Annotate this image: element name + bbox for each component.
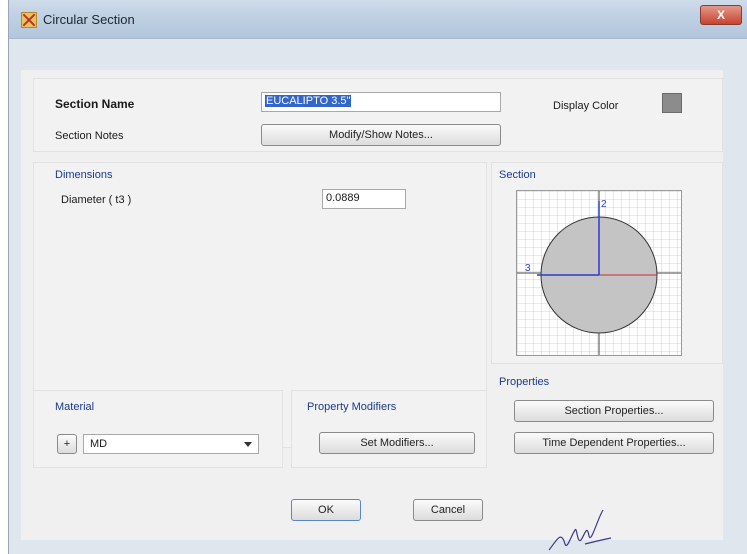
app-icon bbox=[21, 12, 37, 28]
display-color-swatch[interactable] bbox=[662, 93, 682, 113]
ok-button[interactable]: OK bbox=[291, 499, 361, 521]
handwritten-signature bbox=[548, 509, 612, 551]
circular-section-dialog: Circular Section X Section Name EUCALIPT… bbox=[8, 0, 747, 554]
material-select[interactable]: MD bbox=[83, 434, 259, 454]
cancel-button[interactable]: Cancel bbox=[413, 499, 483, 521]
section-name-label: Section Name bbox=[55, 97, 135, 111]
section-preview: 2 3 bbox=[516, 190, 682, 356]
section-header: Section bbox=[499, 169, 536, 181]
section-preview-graphic: 2 3 bbox=[517, 191, 681, 355]
axis-2-label: 2 bbox=[601, 199, 607, 210]
material-select-value: MD bbox=[90, 438, 108, 450]
axis-3-label: 3 bbox=[525, 263, 531, 274]
property-modifiers-header: Property Modifiers bbox=[307, 401, 397, 413]
modify-show-notes-button[interactable]: Modify/Show Notes... bbox=[261, 124, 501, 146]
diameter-label: Diameter ( t3 ) bbox=[61, 194, 132, 206]
section-name-value: EUCALIPTO 3.5" bbox=[265, 95, 352, 107]
section-name-input[interactable]: EUCALIPTO 3.5" bbox=[261, 92, 501, 112]
material-header: Material bbox=[55, 401, 95, 413]
title-bar[interactable]: Circular Section X bbox=[9, 0, 747, 39]
diameter-input[interactable]: 0.0889 bbox=[322, 189, 406, 209]
dialog-client-area: Section Name EUCALIPTO 3.5" Display Colo… bbox=[21, 70, 723, 540]
time-dependent-properties-button[interactable]: Time Dependent Properties... bbox=[514, 432, 714, 454]
section-properties-button[interactable]: Section Properties... bbox=[514, 400, 714, 422]
display-color-label: Display Color bbox=[553, 100, 619, 112]
window-title: Circular Section bbox=[43, 12, 135, 27]
close-button[interactable]: X bbox=[700, 5, 742, 25]
set-modifiers-button[interactable]: Set Modifiers... bbox=[319, 432, 475, 454]
section-notes-label: Section Notes bbox=[55, 130, 124, 142]
add-material-button[interactable]: + bbox=[57, 434, 77, 454]
properties-header: Properties bbox=[499, 376, 550, 388]
dimensions-header: Dimensions bbox=[55, 169, 113, 181]
chevron-down-icon bbox=[244, 442, 252, 447]
